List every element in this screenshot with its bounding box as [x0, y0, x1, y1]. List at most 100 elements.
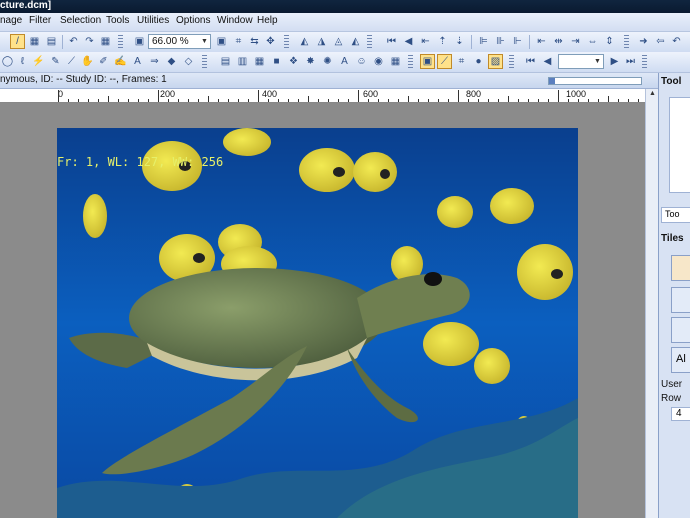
chevron-down-icon[interactable]: ▼ — [593, 56, 602, 67]
stretch-icon[interactable]: ⇔ — [585, 34, 600, 49]
toolbar-grip[interactable] — [118, 35, 123, 49]
tile-single[interactable] — [671, 255, 690, 281]
eyedropper-icon[interactable]: ✎ — [48, 54, 63, 69]
marker-icon[interactable]: ✐ — [96, 54, 111, 69]
layout-icon[interactable]: ▤ — [44, 34, 59, 49]
flip-vertical-icon[interactable]: ◮ — [314, 34, 329, 49]
histogram-icon[interactable]: ▥ — [235, 54, 250, 69]
toolbar-grip[interactable] — [509, 55, 514, 69]
separator — [529, 35, 530, 49]
vertical-scrollbar[interactable]: ▲ — [645, 89, 659, 518]
sharpen-icon[interactable]: ✺ — [320, 54, 335, 69]
nudge-left-icon[interactable]: ⇤ — [418, 34, 433, 49]
last-page-icon[interactable]: ⏭ — [623, 54, 638, 69]
menu-utilities[interactable]: Utilities — [137, 15, 169, 26]
arrange-icon[interactable]: ⇆ — [247, 34, 262, 49]
annotation-icon[interactable]: ▣ — [420, 54, 435, 69]
levels-icon[interactable]: ▦ — [252, 54, 267, 69]
table-icon[interactable]: ▦ — [98, 34, 113, 49]
separator — [471, 35, 472, 49]
align-left-icon[interactable]: ⊫ — [476, 34, 491, 49]
zoom-combo[interactable]: 66.00 % ▼ — [148, 34, 211, 49]
crop-icon[interactable]: ⌗ — [231, 34, 246, 49]
tile-all[interactable]: Al — [671, 347, 690, 373]
nudge-up-icon[interactable]: ⇡ — [435, 34, 450, 49]
expand-icon[interactable]: ⇕ — [602, 34, 617, 49]
move-icon[interactable]: ✥ — [263, 34, 278, 49]
frame-icon[interactable]: ⌗ — [454, 54, 469, 69]
page-combo[interactable]: ▼ — [558, 54, 604, 69]
nudge-down-icon[interactable]: ⇣ — [452, 34, 467, 49]
scroll-up-icon[interactable]: ▲ — [647, 90, 658, 101]
slider-thumb[interactable] — [549, 78, 555, 84]
text-icon[interactable]: A — [130, 54, 145, 69]
chevron-down-icon[interactable]: ▼ — [200, 36, 209, 47]
arrow-icon[interactable]: ⇒ — [147, 54, 162, 69]
frame-slider[interactable] — [548, 77, 642, 85]
toolbar-grip[interactable] — [202, 55, 207, 69]
pencil-icon[interactable]: / — [10, 34, 25, 49]
align-right-icon[interactable]: ⊩ — [510, 34, 525, 49]
lasso-icon[interactable]: ℓ — [15, 54, 30, 69]
palette-icon[interactable]: ● — [471, 54, 486, 69]
eraser-icon[interactable]: ◇ — [181, 54, 196, 69]
align-center-icon[interactable]: ⊪ — [493, 34, 508, 49]
draw-line-icon[interactable]: ⟋ — [437, 54, 452, 69]
prev-frame-icon[interactable]: ◀ — [401, 34, 416, 49]
dicom-image[interactable] — [57, 128, 578, 518]
rotate-left-icon[interactable]: ◬ — [331, 34, 346, 49]
toolbar-grip[interactable] — [408, 55, 413, 69]
flip-horizontal-icon[interactable]: ◭ — [297, 34, 312, 49]
keyboard-icon[interactable]: ▦ — [388, 54, 403, 69]
menu-tools[interactable]: Tools — [106, 15, 129, 26]
tile-3x3[interactable] — [671, 317, 690, 343]
magic-wand-icon[interactable]: ⚡ — [31, 54, 46, 69]
measure-icon[interactable]: ⟋ — [64, 54, 79, 69]
hand-icon[interactable]: ✋ — [80, 54, 95, 69]
effects-icon[interactable]: ✸ — [303, 54, 318, 69]
separator — [62, 35, 63, 49]
tools-tab[interactable]: Too — [661, 207, 690, 223]
back-icon[interactable]: ⇦ — [653, 34, 668, 49]
smile-icon[interactable]: ☺ — [354, 54, 369, 69]
toolbar-grip[interactable] — [367, 35, 372, 49]
undo-history-icon[interactable]: ↶ — [669, 34, 684, 49]
tile-2x2[interactable] — [671, 287, 690, 313]
ruler-tick — [638, 99, 639, 102]
image-icon[interactable]: ▨ — [488, 54, 503, 69]
menu-window[interactable]: Window — [217, 15, 253, 26]
toolbar-grip[interactable] — [284, 35, 289, 49]
color-icon[interactable]: ■ — [269, 54, 284, 69]
distribute-center-icon[interactable]: ⇹ — [551, 34, 566, 49]
menu-help[interactable]: Help — [257, 15, 278, 26]
prev-page-icon[interactable]: ◀ — [540, 54, 555, 69]
fit-icon[interactable]: ▣ — [214, 34, 229, 49]
menu-selection[interactable]: Selection — [60, 15, 101, 26]
rows-input[interactable]: 4 — [671, 407, 690, 421]
ruler-tick — [438, 99, 439, 102]
distribute-left-icon[interactable]: ⇤ — [534, 34, 549, 49]
zoom-icon[interactable]: ▣ — [132, 34, 147, 49]
undo-icon[interactable]: ↶ — [66, 34, 81, 49]
toolbar-grip[interactable] — [624, 35, 629, 49]
distribute-right-icon[interactable]: ⇥ — [568, 34, 583, 49]
toolbar-grip[interactable] — [642, 55, 647, 69]
menu-image[interactable]: nage — [0, 15, 22, 26]
text-style-icon[interactable]: A — [337, 54, 352, 69]
properties-icon[interactable]: ▤ — [218, 54, 233, 69]
grid-icon[interactable]: ▦ — [27, 34, 42, 49]
next-page-icon[interactable]: ▶ — [607, 54, 622, 69]
ellipse-icon[interactable]: ◯ — [0, 54, 15, 69]
filter-icon[interactable]: ❖ — [286, 54, 301, 69]
forward-icon[interactable]: ➜ — [636, 34, 651, 49]
stamp-icon[interactable]: ◉ — [371, 54, 386, 69]
first-page-icon[interactable]: ⏮ — [523, 54, 538, 69]
menu-options[interactable]: Options — [176, 15, 210, 26]
rotate-right-icon[interactable]: ◭ — [348, 34, 363, 49]
redo-icon[interactable]: ↷ — [82, 34, 97, 49]
first-frame-icon[interactable]: ⏮ — [384, 34, 399, 49]
shape-icon[interactable]: ◆ — [164, 54, 179, 69]
brush-icon[interactable]: ✍ — [113, 54, 128, 69]
ruler-tick — [578, 99, 579, 102]
menu-filter[interactable]: Filter — [29, 15, 51, 26]
